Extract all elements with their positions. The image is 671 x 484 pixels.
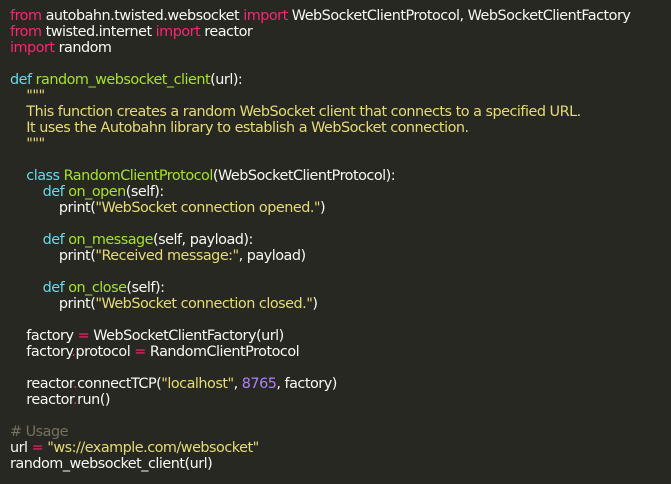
code-token-def: def bbox=[10, 232, 65, 248]
code-token-txt: (url): bbox=[210, 72, 243, 88]
code-line: import random bbox=[10, 40, 671, 56]
code-token-fn: on_open bbox=[68, 184, 126, 200]
code-token-fn: on_message bbox=[68, 232, 154, 248]
code-token-txt: (self): bbox=[126, 280, 165, 296]
code-line: print("Received message:", payload) bbox=[10, 248, 671, 264]
code-token-txt: protocol bbox=[75, 344, 135, 360]
code-token-txt: RandomClientProtocol bbox=[145, 344, 300, 360]
code-token-def: class bbox=[10, 168, 60, 184]
code-token-kw: from bbox=[10, 24, 42, 40]
code-line: print("WebSocket connection opened.") bbox=[10, 200, 671, 216]
code-line: factory = WebSocketClientFactory(url) bbox=[10, 328, 671, 344]
code-line: class RandomClientProtocol(WebSocketClie… bbox=[10, 168, 671, 184]
code-token-txt: WebSocketClientProtocol, WebSocketClient… bbox=[287, 8, 631, 24]
code-line: It uses the Autobahn library to establis… bbox=[10, 120, 671, 136]
code-line: print("WebSocket connection closed.") bbox=[10, 296, 671, 312]
code-token-txt: random_websocket_client(url) bbox=[10, 456, 213, 472]
code-token-op: = bbox=[31, 440, 44, 456]
code-line: """ bbox=[10, 136, 671, 152]
code-token-txt: reactor bbox=[200, 24, 253, 40]
code-token-str: It uses the Autobahn library to establis… bbox=[10, 120, 469, 136]
code-token-txt: print( bbox=[10, 200, 96, 216]
code-line: # Usage bbox=[10, 424, 671, 440]
code-token-txt: ) bbox=[312, 296, 318, 312]
code-token-txt: print( bbox=[10, 296, 96, 312]
code-line: url = "ws://example.com/websocket" bbox=[10, 440, 671, 456]
code-line: def random_websocket_client(url): bbox=[10, 72, 671, 88]
code-token-txt: random bbox=[54, 40, 112, 56]
code-line: factory.protocol = RandomClientProtocol bbox=[10, 344, 671, 360]
code-token-txt: autobahn.twisted.websocket bbox=[41, 8, 244, 24]
code-token-str: "ws://example.com/websocket" bbox=[47, 440, 259, 456]
code-token-txt: print( bbox=[10, 248, 96, 264]
code-token-op: = bbox=[77, 328, 90, 344]
code-line: reactor.connectTCP("localhost", 8765, fa… bbox=[10, 376, 671, 392]
code-line: """ bbox=[10, 88, 671, 104]
code-token-fn: on_close bbox=[68, 280, 127, 296]
code-token-txt: , bbox=[233, 376, 242, 392]
code-token-txt: url bbox=[10, 440, 32, 456]
code-line: from autobahn.twisted.websocket import W… bbox=[10, 8, 671, 24]
code-token-txt: run() bbox=[77, 392, 110, 408]
code-token-str: """ bbox=[10, 88, 45, 104]
code-token-str: "localhost" bbox=[161, 376, 234, 392]
code-token-def: def bbox=[10, 280, 65, 296]
code-token-txt: (self): bbox=[125, 184, 165, 200]
code-token-txt: factory bbox=[10, 344, 72, 360]
code-token-kw: from bbox=[10, 8, 42, 24]
code-token-txt: twisted.internet bbox=[41, 24, 156, 40]
code-token-str: """ bbox=[10, 136, 45, 152]
code-editor[interactable]: from autobahn.twisted.websocket import W… bbox=[0, 0, 671, 484]
code-token-kw: import bbox=[155, 24, 201, 40]
code-token-kw: import bbox=[243, 8, 288, 24]
code-token-def: def bbox=[10, 72, 32, 88]
code-token-str: "WebSocket connection opened." bbox=[95, 200, 321, 216]
code-token-com: # Usage bbox=[10, 424, 68, 440]
code-token-num: 8765 bbox=[241, 376, 277, 392]
code-token-fn: RandomClientProtocol bbox=[63, 168, 214, 184]
code-token-str: "Received message:" bbox=[95, 248, 239, 264]
code-token-fn: random_websocket_client bbox=[35, 72, 211, 88]
code-line: def on_message(self, payload): bbox=[10, 232, 671, 248]
code-token-str: This function creates a random WebSocket… bbox=[10, 104, 581, 120]
code-token-str: "WebSocket connection closed." bbox=[95, 296, 313, 312]
code-line: def on_close(self): bbox=[10, 280, 671, 296]
code-token-kw: import bbox=[10, 40, 55, 56]
code-token-txt: reactor bbox=[10, 376, 74, 392]
code-token-txt: ) bbox=[320, 200, 326, 216]
code-line: random_websocket_client(url) bbox=[10, 456, 671, 472]
code-line: def on_open(self): bbox=[10, 184, 671, 200]
code-token-txt: , factory) bbox=[276, 376, 337, 392]
code-token-txt: (self, payload): bbox=[153, 232, 253, 248]
code-token-def: def bbox=[10, 184, 65, 200]
code-token-txt: factory bbox=[10, 328, 78, 344]
code-token-txt: , payload) bbox=[238, 248, 307, 264]
code-token-txt: reactor bbox=[10, 392, 74, 408]
code-line: from twisted.internet import reactor bbox=[10, 24, 671, 40]
code-line: This function creates a random WebSocket… bbox=[10, 104, 671, 120]
code-block: from autobahn.twisted.websocket import W… bbox=[10, 8, 671, 472]
code-line: reactor.run() bbox=[10, 392, 671, 408]
code-token-op: = bbox=[134, 344, 146, 360]
code-token-txt: connectTCP( bbox=[77, 376, 162, 392]
code-token-txt: WebSocketClientFactory(url) bbox=[89, 328, 284, 344]
code-token-txt: (WebSocketClientProtocol): bbox=[212, 168, 396, 184]
